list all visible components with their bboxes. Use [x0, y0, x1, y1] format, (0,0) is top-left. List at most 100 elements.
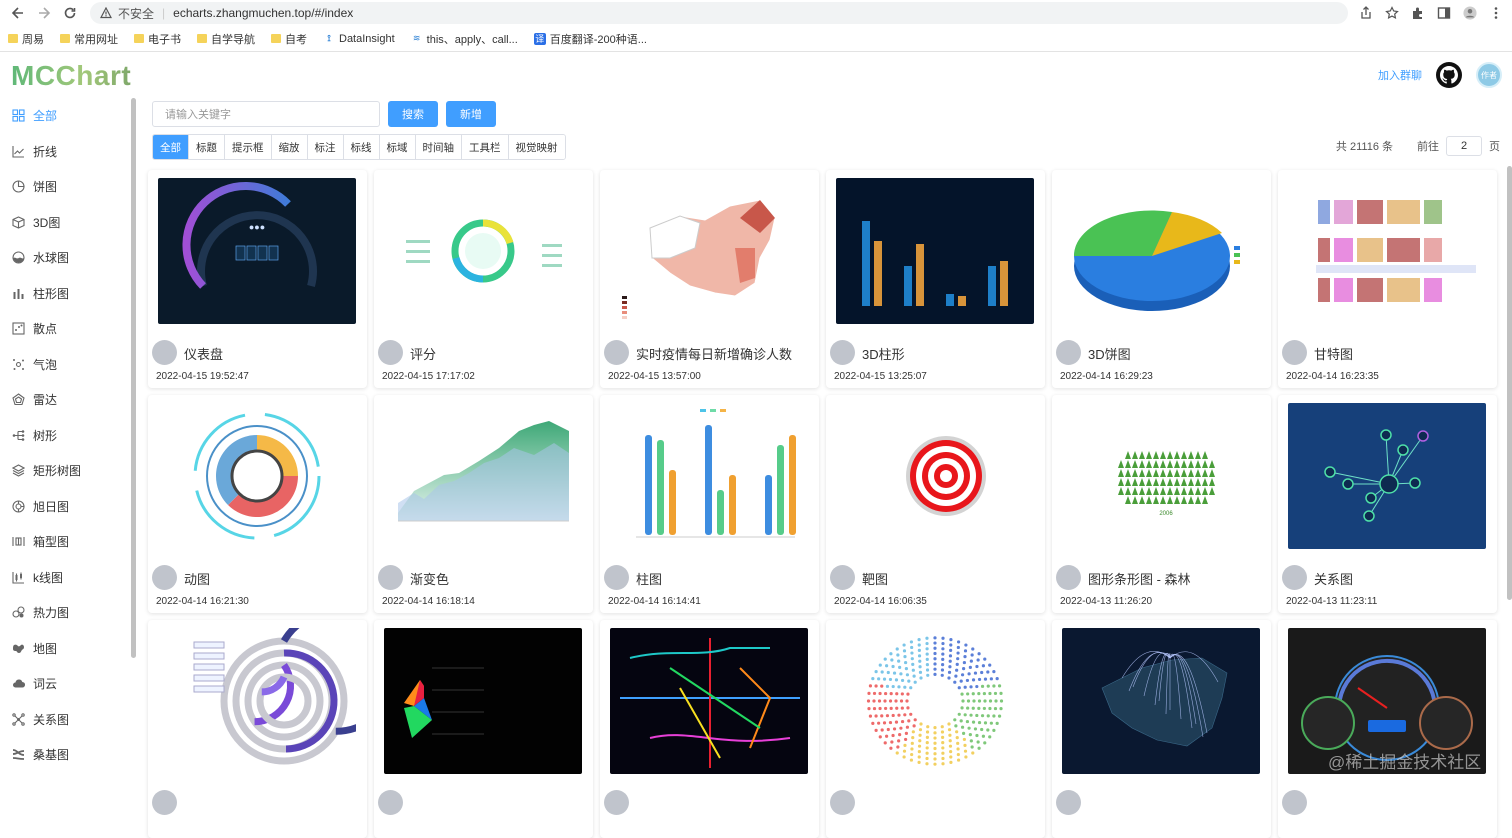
page-input[interactable]: 2 — [1446, 136, 1482, 156]
warning-icon[interactable] — [100, 7, 112, 19]
chart-thumbnail[interactable] — [1288, 403, 1486, 549]
card-title[interactable]: 靶图 — [862, 569, 888, 588]
filter-tab[interactable]: 标注 — [306, 135, 343, 159]
filter-tab[interactable]: 时间轴 — [414, 135, 461, 159]
sidebar-item[interactable]: 矩形树图 — [0, 453, 136, 489]
chart-card[interactable]: 实时疫情每日新增确诊人数 2022-04-15 13:57:00 — [600, 170, 819, 388]
chart-card[interactable]: 渐变色 2022-04-14 16:18:14 — [374, 395, 593, 613]
sidebar-item[interactable]: 地图 — [0, 631, 136, 667]
card-title[interactable]: 图形条形图 - 森林 — [1088, 569, 1191, 588]
share-icon[interactable] — [1358, 5, 1374, 21]
sidebar-item[interactable]: 桑基图 — [0, 737, 136, 773]
bookmark-folder[interactable]: 自学导航 — [197, 31, 255, 47]
card-title[interactable]: 关系图 — [1314, 569, 1353, 588]
sidebar-item[interactable]: 水球图 — [0, 240, 136, 276]
chart-thumbnail[interactable] — [158, 403, 356, 549]
filter-tab[interactable]: 视觉映射 — [507, 135, 565, 159]
chart-thumbnail[interactable] — [610, 178, 808, 324]
chart-thumbnail[interactable] — [384, 178, 582, 324]
search-button[interactable]: 搜索 — [388, 101, 438, 127]
sidebar-item[interactable]: k线图 — [0, 560, 136, 596]
card-title[interactable]: 动图 — [184, 569, 210, 588]
sidebar-scrollbar[interactable] — [131, 98, 136, 658]
github-icon[interactable] — [1436, 62, 1462, 88]
filter-tab[interactable]: 标域 — [378, 135, 415, 159]
chart-card[interactable]: 评分 2022-04-15 17:17:02 — [374, 170, 593, 388]
chart-thumbnail[interactable] — [1062, 178, 1260, 324]
sidebar-item[interactable]: 树形 — [0, 418, 136, 454]
menu-icon[interactable] — [1488, 5, 1504, 21]
bookmark-folder[interactable]: 周易 — [8, 31, 44, 47]
chart-card[interactable]: ●●● 仪表盘 2022-04-15 19:52:47 — [148, 170, 367, 388]
forward-icon[interactable] — [34, 3, 54, 23]
sidebar-item[interactable]: 雷达 — [0, 382, 136, 418]
join-group-link[interactable]: 加入群聊 — [1378, 67, 1422, 83]
chart-thumbnail[interactable] — [610, 403, 808, 549]
sidebar-item[interactable]: 热力图 — [0, 595, 136, 631]
sidebar-item[interactable]: 旭日图 — [0, 489, 136, 525]
chart-thumbnail[interactable] — [836, 403, 1034, 549]
card-title[interactable]: 仪表盘 — [184, 344, 223, 363]
chart-card[interactable] — [600, 620, 819, 838]
chart-card[interactable]: 柱图 2022-04-14 16:14:41 — [600, 395, 819, 613]
chart-thumbnail[interactable] — [836, 628, 1034, 774]
chart-thumbnail[interactable] — [1062, 628, 1260, 774]
sidebar-item[interactable]: 折线 — [0, 134, 136, 170]
add-button[interactable]: 新增 — [446, 101, 496, 127]
address-bar[interactable]: 不安全 | echarts.zhangmuchen.top/#/index — [90, 2, 1348, 24]
chart-card[interactable]: 3D柱形 2022-04-15 13:25:07 — [826, 170, 1045, 388]
filter-tab[interactable]: 标线 — [342, 135, 379, 159]
chart-card[interactable] — [826, 620, 1045, 838]
bookmark-link[interactable]: ⟟ DataInsight — [323, 33, 394, 45]
chart-thumbnail[interactable] — [610, 628, 808, 774]
filter-tab[interactable]: 提示框 — [224, 135, 271, 159]
chart-card[interactable]: 靶图 2022-04-14 16:06:35 — [826, 395, 1045, 613]
card-title[interactable]: 渐变色 — [410, 569, 449, 588]
chart-card[interactable] — [1052, 620, 1271, 838]
sidebar-item[interactable]: 箱型图 — [0, 524, 136, 560]
sidebar-item[interactable]: 全部 — [0, 98, 136, 134]
filter-tab[interactable]: 缩放 — [270, 135, 307, 159]
chart-thumbnail[interactable] — [384, 628, 582, 774]
search-input[interactable]: 请输入关键字 — [152, 101, 380, 127]
bookmark-folder[interactable]: 常用网址 — [60, 31, 118, 47]
chart-card[interactable] — [148, 620, 367, 838]
bookmark-folder[interactable]: 自考 — [271, 31, 307, 47]
chart-thumbnail[interactable]: 2006 — [1062, 403, 1260, 549]
sidepanel-icon[interactable] — [1436, 5, 1452, 21]
filter-tab[interactable]: 工具栏 — [461, 135, 508, 159]
sidebar-item[interactable]: 关系图 — [0, 702, 136, 738]
chart-card[interactable]: 3D饼图 2022-04-14 16:29:23 — [1052, 170, 1271, 388]
card-title[interactable]: 甘特图 — [1314, 344, 1353, 363]
chart-thumbnail[interactable]: ●●● — [158, 178, 356, 324]
chart-thumbnail[interactable] — [1288, 178, 1486, 324]
card-title[interactable]: 3D柱形 — [862, 344, 905, 363]
chart-card[interactable]: 动图 2022-04-14 16:21:30 — [148, 395, 367, 613]
chart-thumbnail[interactable] — [836, 178, 1034, 324]
bookmark-link[interactable]: 译百度翻译-200种语... — [533, 31, 647, 47]
chart-card[interactable]: 甘特图 2022-04-14 16:23:35 — [1278, 170, 1497, 388]
card-title[interactable]: 3D饼图 — [1088, 344, 1131, 363]
sidebar-item[interactable]: 柱形图 — [0, 276, 136, 312]
app-logo[interactable]: MCChart — [11, 60, 131, 92]
chart-thumbnail[interactable] — [158, 628, 356, 774]
card-title[interactable]: 柱图 — [636, 569, 662, 588]
chart-card[interactable]: 2006 图形条形图 - 森林 2022-04-13 11:26:20 — [1052, 395, 1271, 613]
scrollbar[interactable] — [1507, 166, 1512, 600]
chart-thumbnail[interactable] — [384, 403, 582, 549]
filter-tab[interactable]: 标题 — [188, 135, 224, 159]
chart-card[interactable]: 关系图 2022-04-13 11:23:11 — [1278, 395, 1497, 613]
reload-icon[interactable] — [60, 3, 80, 23]
card-title[interactable]: 实时疫情每日新增确诊人数 — [636, 344, 792, 363]
star-icon[interactable] — [1384, 5, 1400, 21]
sidebar-item[interactable]: 散点 — [0, 311, 136, 347]
filter-tab[interactable]: 全部 — [153, 135, 188, 159]
user-avatar[interactable]: 作者 — [1476, 62, 1502, 88]
sidebar-item[interactable]: 饼图 — [0, 169, 136, 205]
card-title[interactable]: 评分 — [410, 344, 436, 363]
chart-card[interactable] — [1278, 620, 1497, 838]
chart-card[interactable] — [374, 620, 593, 838]
sidebar-item[interactable]: 词云 — [0, 666, 136, 702]
profile-icon[interactable] — [1462, 5, 1478, 21]
back-icon[interactable] — [8, 3, 28, 23]
